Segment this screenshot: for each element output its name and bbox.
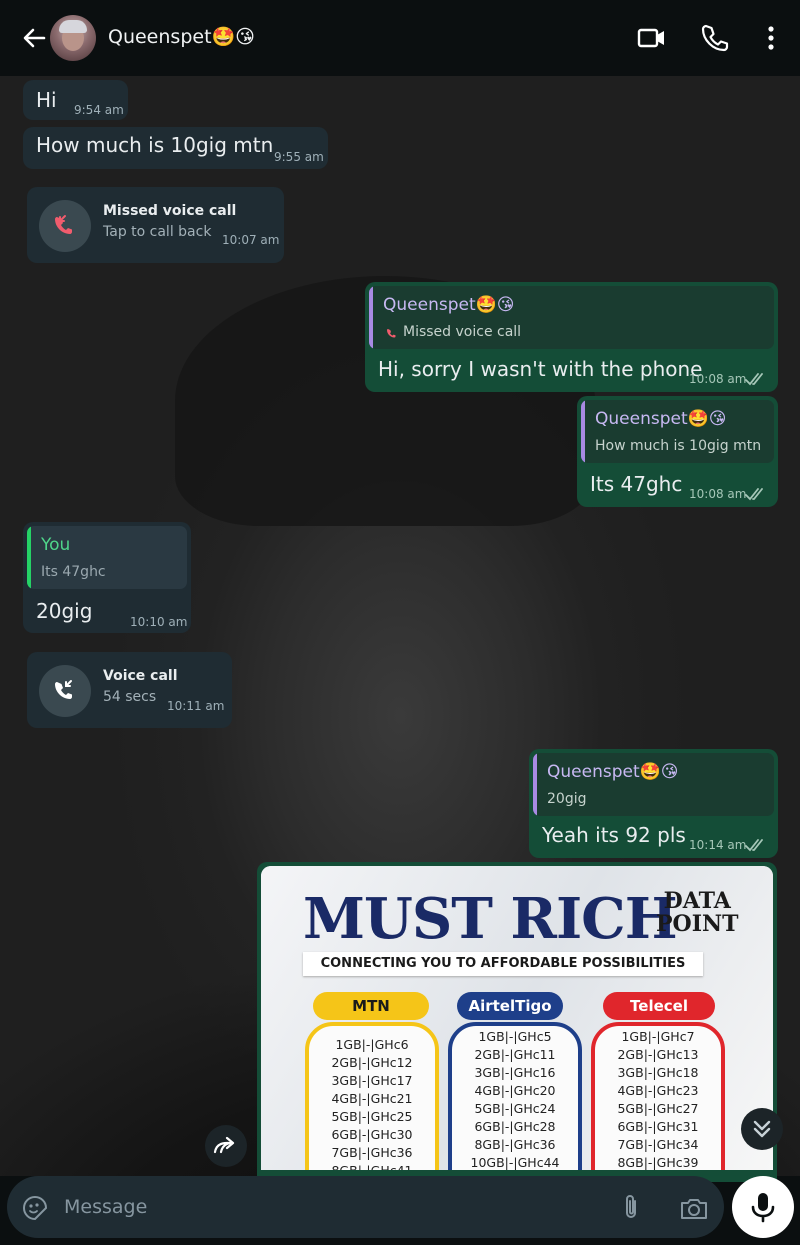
- message-time: 10:10 am: [130, 615, 188, 629]
- forward-button[interactable]: [205, 1125, 247, 1167]
- price-row: 6GB|-|GHc30: [331, 1127, 413, 1142]
- message-time: 9:54 am: [74, 103, 124, 117]
- incoming-call-icon: [39, 665, 91, 717]
- video-call-icon[interactable]: [636, 22, 668, 54]
- chat-header: Queenspet🤩😘: [0, 0, 800, 76]
- price-row: 5GB|-|GHc24: [474, 1101, 556, 1116]
- voice-call-icon[interactable]: [699, 22, 731, 54]
- read-ticks-icon: [745, 373, 763, 386]
- call-title: Missed voice call: [103, 203, 237, 219]
- missed-call-icon: [39, 200, 91, 252]
- price-row: 4GB|-|GHc23: [617, 1083, 699, 1098]
- microphone-icon: [751, 1193, 775, 1223]
- call-subtitle: 54 secs: [103, 689, 157, 705]
- voice-record-button[interactable]: [732, 1176, 794, 1238]
- price-row: 4GB|-|GHc20: [474, 1083, 556, 1098]
- missed-call-card[interactable]: Missed voice call Tap to call back 10:07…: [27, 187, 284, 263]
- message-time: 10:11 am: [167, 699, 225, 713]
- incoming-message[interactable]: How much is 10gig mtn 9:55 am: [23, 127, 328, 169]
- price-row: 6GB|-|GHc28: [474, 1119, 556, 1134]
- quoted-message[interactable]: You Its 47ghc: [27, 526, 187, 589]
- price-row: 1GB|-|GHc5: [478, 1029, 552, 1044]
- price-row: 2GB|-|GHc13: [617, 1047, 699, 1062]
- read-ticks-icon: [745, 488, 763, 501]
- message-composer[interactable]: Message: [7, 1176, 724, 1238]
- message-time: 10:08 am: [689, 487, 747, 501]
- attach-icon[interactable]: [619, 1193, 643, 1221]
- quote-author: Queenspet🤩😘: [383, 295, 515, 315]
- price-row: 10GB|-|GHc44: [470, 1155, 560, 1170]
- mtn-price-list: 1GB|-|GHc6 2GB|-|GHc12 3GB|-|GHc17 4GB|-…: [305, 1022, 439, 1170]
- data-price-poster[interactable]: MUST RICH DATA POINT CONNECTING YOU TO A…: [261, 866, 773, 1170]
- contact-avatar[interactable]: [50, 15, 96, 61]
- price-row: 6GB|-|GHc31: [617, 1119, 699, 1134]
- price-row: 1GB|-|GHc7: [621, 1029, 695, 1044]
- forward-icon: [213, 1136, 235, 1154]
- sticker-icon[interactable]: [22, 1195, 48, 1221]
- camera-icon[interactable]: [679, 1195, 709, 1221]
- outgoing-message[interactable]: Queenspet🤩😘 20gig Yeah its 92 pls 10:14 …: [529, 749, 778, 858]
- price-row: 2GB|-|GHc11: [474, 1047, 556, 1062]
- message-time: 10:14 am: [689, 838, 747, 852]
- missed-call-small-icon: [387, 329, 396, 338]
- call-subtitle: Tap to call back: [103, 224, 212, 240]
- poster-title: MUST RICH: [303, 886, 678, 952]
- more-options-icon[interactable]: [755, 22, 787, 54]
- contact-name[interactable]: Queenspet🤩😘: [108, 25, 255, 48]
- back-arrow-icon[interactable]: [18, 22, 50, 54]
- quote-text: How much is 10gig mtn: [595, 438, 762, 454]
- message-text: 20gig: [36, 599, 93, 623]
- quote-author: Queenspet🤩😘: [547, 762, 679, 782]
- quoted-message[interactable]: Queenspet🤩😘 Missed voice call: [369, 286, 774, 349]
- read-ticks-icon: [745, 839, 763, 852]
- price-row: 4GB|-|GHc21: [331, 1091, 413, 1106]
- price-row: 7GB|-|GHc34: [617, 1137, 699, 1152]
- quote-text: Missed voice call: [403, 324, 522, 340]
- outgoing-message[interactable]: Queenspet🤩😘 Missed voice call Hi, sorry …: [365, 282, 778, 392]
- quoted-message[interactable]: Queenspet🤩😘 How much is 10gig mtn: [581, 400, 774, 463]
- double-chevron-down-icon: [753, 1120, 771, 1138]
- price-row: 1GB|-|GHc6: [335, 1037, 409, 1052]
- price-row: 7GB|-|GHc36: [331, 1145, 413, 1160]
- price-row: 5GB|-|GHc27: [617, 1101, 699, 1116]
- network-telecel-label: Telecel: [603, 992, 715, 1020]
- poster-subtitle: DATA POINT: [656, 888, 739, 937]
- quote-author: Queenspet🤩😘: [595, 409, 727, 429]
- price-row: 3GB|-|GHc18: [617, 1065, 699, 1080]
- quote-text: Its 47ghc: [41, 564, 106, 580]
- price-row: 3GB|-|GHc16: [474, 1065, 556, 1080]
- message-time: 10:07 am: [222, 233, 280, 247]
- airteltigo-price-list: 1GB|-|GHc5 2GB|-|GHc11 3GB|-|GHc16 4GB|-…: [448, 1022, 582, 1170]
- message-input[interactable]: Message: [64, 1196, 147, 1218]
- call-title: Voice call: [103, 668, 178, 684]
- message-text: Hi, sorry I wasn't with the phone: [378, 357, 703, 381]
- quote-author: You: [41, 535, 71, 555]
- incoming-message[interactable]: You Its 47ghc 20gig 10:10 am: [23, 522, 191, 633]
- scroll-to-bottom-button[interactable]: [741, 1108, 783, 1150]
- message-time: 10:08 am: [689, 372, 747, 386]
- message-text: Yeah its 92 pls: [542, 823, 686, 847]
- quoted-message[interactable]: Queenspet🤩😘 20gig: [533, 753, 774, 816]
- message-text: Its 47ghc: [590, 472, 683, 496]
- message-text: How much is 10gig mtn: [36, 133, 274, 157]
- quote-text: 20gig: [547, 791, 587, 807]
- price-row: 3GB|-|GHc17: [331, 1073, 413, 1088]
- network-airteltigo-label: AirtelTigo: [457, 992, 563, 1020]
- price-row: 8GB|-|GHc39: [617, 1155, 699, 1170]
- price-row: 8GB|-|GHc41: [309, 1162, 435, 1170]
- message-text: Hi: [36, 88, 57, 112]
- poster-tagline: CONNECTING YOU TO AFFORDABLE POSSIBILITI…: [303, 952, 703, 976]
- telecel-price-list: 1GB|-|GHc7 2GB|-|GHc13 3GB|-|GHc18 4GB|-…: [591, 1022, 725, 1170]
- network-mtn-label: MTN: [313, 992, 429, 1020]
- price-row: 5GB|-|GHc25: [331, 1109, 413, 1124]
- incoming-message[interactable]: Hi 9:54 am: [23, 80, 128, 120]
- message-time: 9:55 am: [274, 150, 324, 164]
- outgoing-message[interactable]: Queenspet🤩😘 How much is 10gig mtn Its 47…: [577, 396, 778, 507]
- price-row: 8GB|-|GHc36: [474, 1137, 556, 1152]
- voice-call-card[interactable]: Voice call 54 secs 10:11 am: [27, 652, 232, 728]
- price-row: 2GB|-|GHc12: [331, 1055, 413, 1070]
